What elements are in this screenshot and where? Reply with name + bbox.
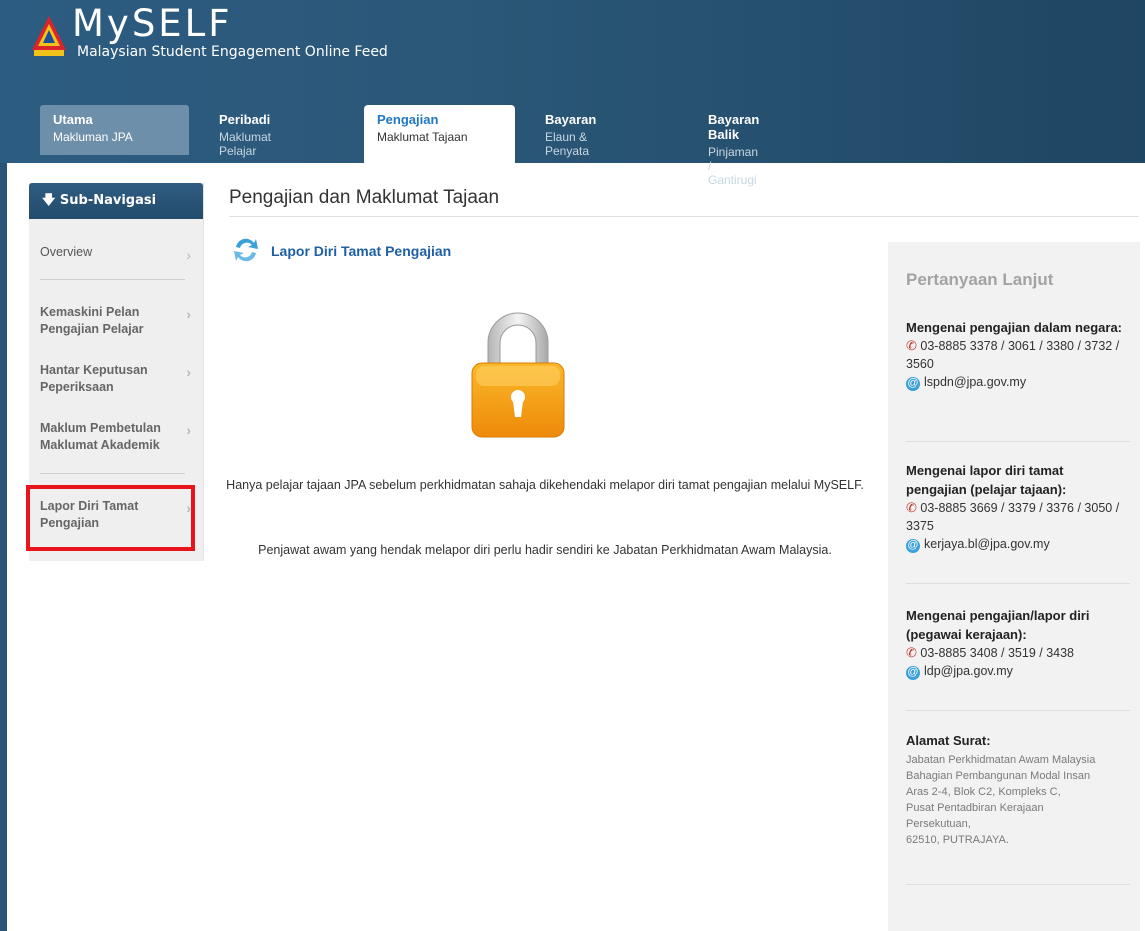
panel-divider (906, 710, 1130, 711)
address-block: Jabatan Perkhidmatan Awam Malaysia Bahag… (906, 752, 1138, 848)
panel-divider (906, 441, 1130, 442)
chevron-right-icon: › (186, 422, 191, 438)
contact-heading: Mengenai lapor diri tamat pengajian (pel… (906, 463, 1067, 497)
address-line: Jabatan Perkhidmatan Awam Malaysia (906, 754, 1096, 766)
tab-title: Bayaran (545, 112, 597, 127)
left-edge-strip (0, 163, 7, 931)
info-message-1: Hanya pelajar tajaan JPA sebelum perkhid… (226, 478, 864, 492)
section-title: Lapor Diri Tamat Pengajian (271, 243, 452, 259)
contact-email[interactable]: lspdn@jpa.gov.my (924, 375, 1026, 389)
contact-heading: Mengenai pengajian dalam negara: (906, 320, 1122, 335)
subnav-heading: 🡇 Sub-Navigasi (29, 183, 203, 219)
subnav-heading-label: Sub-Navigasi (59, 193, 157, 208)
chevron-right-icon: › (186, 247, 191, 263)
address-line: Aras 2-4, Blok C2, Kompleks C, (906, 786, 1061, 798)
email-icon: @ (906, 539, 920, 553)
address-line: Pusat Pentadbiran Kerajaan (906, 802, 1044, 814)
sidebar-divider (40, 279, 185, 280)
contact-heading: Mengenai pengajian/lapor diri (pegawai k… (906, 608, 1090, 642)
sidebar-item-hantar-keputusan[interactable]: Hantar Keputusan Peperiksaan › (29, 362, 191, 396)
page-title: Pengajian dan Maklumat Tajaan (229, 187, 500, 208)
tab-subtitle: Elaun & Penyata (545, 130, 590, 158)
header-banner: MySELF Malaysian Student Engagement Onli… (0, 0, 1145, 187)
chevron-right-icon: › (186, 364, 191, 380)
jpa-emblem-icon (32, 16, 66, 56)
address-line: 62510, PUTRAJAYA. (906, 834, 1009, 846)
contact-panel: Pertanyaan Lanjut Mengenai pengajian dal… (888, 242, 1140, 931)
sidebar-item-label: Hantar Keputusan Peperiksaan (40, 363, 148, 394)
phone-icon: ✆ (906, 500, 917, 515)
arrow-down-icon: 🡇 (42, 193, 56, 208)
tab-title: Bayaran Balik (708, 112, 760, 142)
phone-icon: ✆ (906, 338, 917, 353)
sidebar-item-kemaskini-pelan[interactable]: Kemaskini Pelan Pengajian Pelajar › (29, 304, 191, 338)
sidebar-item-overview[interactable]: Overview › (29, 245, 203, 263)
tab-title: Peribadi (219, 112, 271, 127)
sidebar-divider (40, 473, 185, 474)
contact-email[interactable]: ldp@jpa.gov.my (924, 664, 1013, 678)
tab-utama[interactable]: Utama Makluman JPA (40, 105, 189, 155)
email-icon: @ (906, 377, 920, 391)
panel-divider (906, 583, 1130, 584)
sidebar-item-label: Maklum Pembetulan Maklumat Akademik (40, 421, 161, 452)
email-icon: @ (906, 666, 920, 680)
tab-bayaran-balik[interactable]: Bayaran Balik Pinjaman / Gantirugi (695, 105, 771, 187)
chevron-right-icon: › (186, 306, 191, 322)
tab-title: Utama (53, 112, 93, 127)
contact-block-pegawai: Mengenai pengajian/lapor diri (pegawai k… (906, 606, 1126, 680)
contact-block-pengajian: Mengenai pengajian dalam negara: ✆ 03-88… (906, 318, 1126, 391)
panel-divider (906, 884, 1130, 885)
tab-peribadi[interactable]: Peribadi Maklumat Pelajar (206, 105, 283, 163)
tab-subtitle: Pinjaman / Gantirugi (708, 145, 759, 187)
tab-title: Pengajian (377, 112, 439, 127)
tab-subtitle: Maklumat Tajaan (377, 130, 468, 144)
contact-phone: 03-8885 3378 / 3061 / 3380 / 3732 / 3560 (906, 339, 1120, 371)
sidebar-item-label: Overview (40, 245, 93, 259)
contact-email[interactable]: kerjaya.bl@jpa.gov.my (924, 537, 1050, 551)
tab-subtitle: Makluman JPA (53, 130, 133, 144)
phone-icon: ✆ (906, 645, 917, 660)
tab-bayaran[interactable]: Bayaran Elaun & Penyata (532, 105, 608, 163)
logo-title[interactable]: MySELF (72, 2, 233, 45)
highlight-box (26, 485, 195, 551)
contact-phone: 03-8885 3669 / 3379 / 3376 / 3050 / 3375 (906, 501, 1120, 533)
logo-subtitle: Malaysian Student Engagement Online Feed (77, 44, 388, 60)
contact-phone: 03-8885 3408 / 3519 / 3438 (920, 646, 1074, 660)
tab-pengajian[interactable]: Pengajian Maklumat Tajaan (364, 105, 515, 163)
info-message-2: Penjawat awam yang hendak melapor diri p… (258, 543, 832, 557)
refresh-arrows-icon (234, 238, 258, 262)
sidebar-item-maklum-pembetulan[interactable]: Maklum Pembetulan Maklumat Akademik › (29, 420, 191, 454)
address-line: Persekutuan, (906, 818, 971, 830)
address-line: Bahagian Pembangunan Modal Insan (906, 770, 1091, 782)
tab-subtitle: Maklumat Pelajar (219, 130, 272, 158)
title-divider (229, 216, 1139, 217)
sidebar-item-label: Kemaskini Pelan Pengajian Pelajar (40, 305, 144, 336)
contact-block-lapor-diri: Mengenai lapor diri tamat pengajian (pel… (906, 461, 1126, 553)
address-heading: Alamat Surat: (906, 733, 991, 748)
panel-title: Pertanyaan Lanjut (906, 270, 1054, 289)
lock-icon (471, 312, 565, 438)
